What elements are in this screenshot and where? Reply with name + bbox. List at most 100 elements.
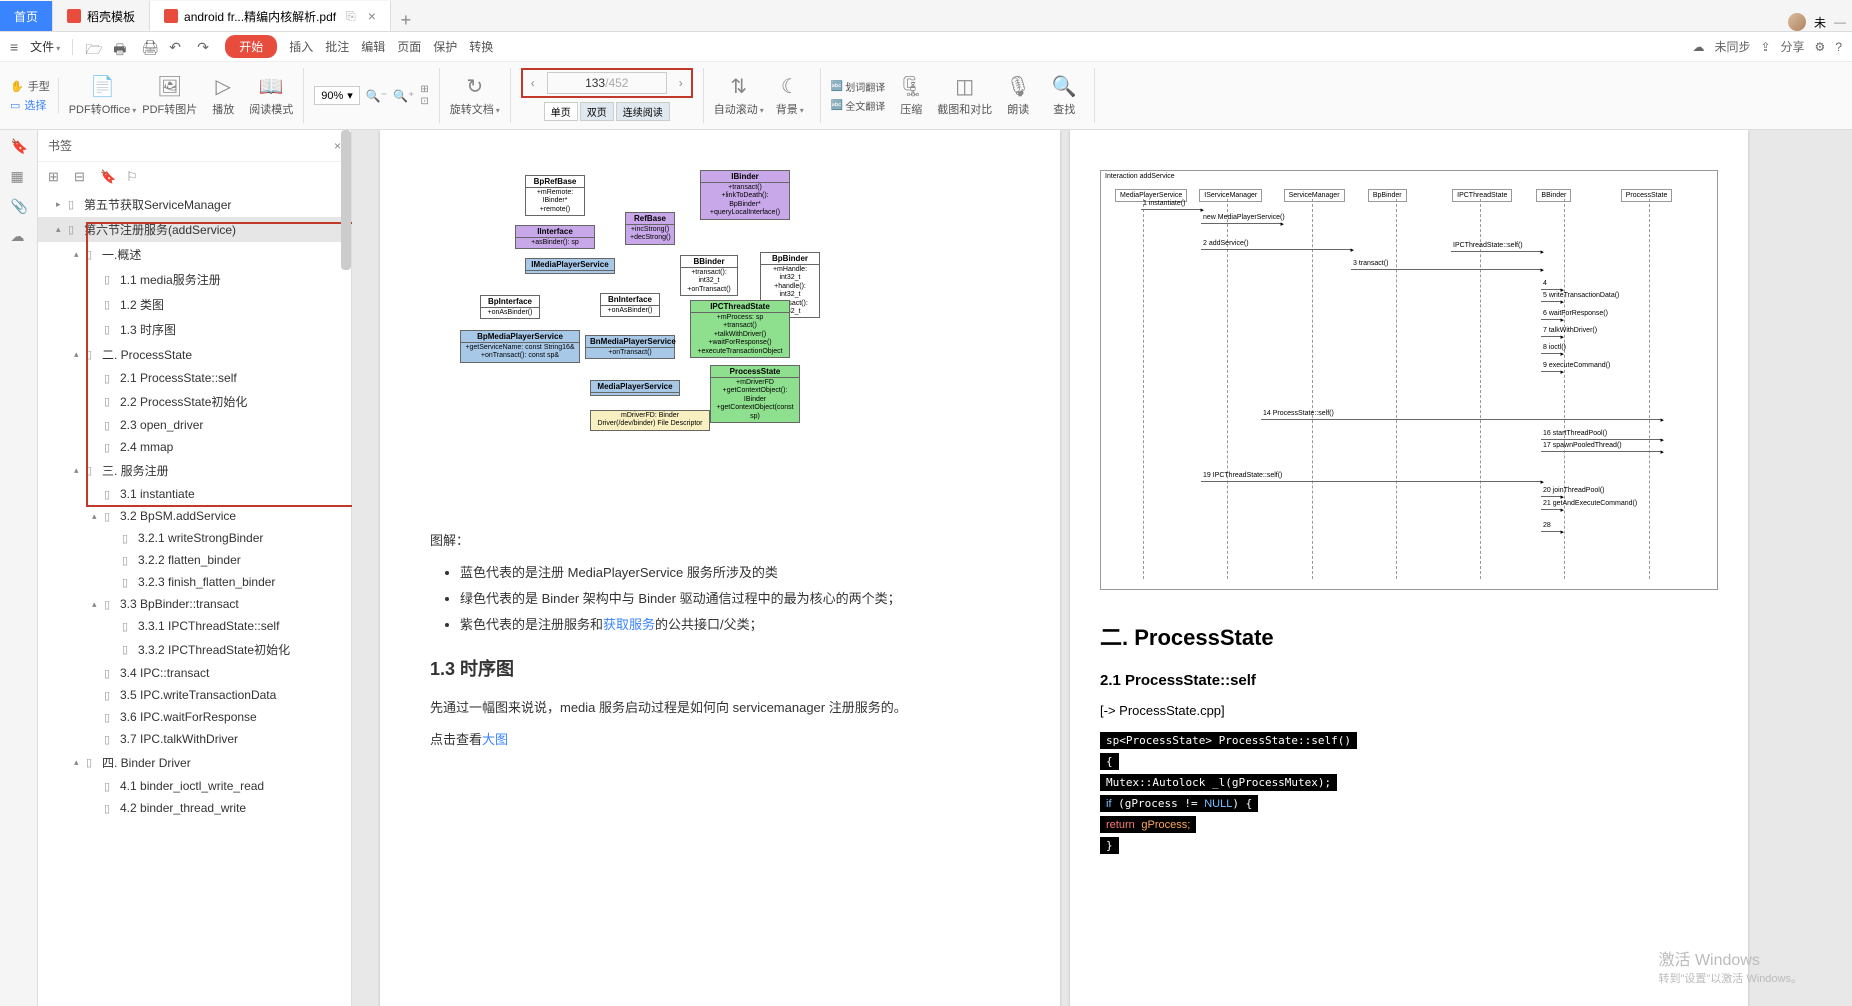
tree-item[interactable]: ▴▯3.3 BpBinder::transact <box>38 593 351 615</box>
cloud-icon[interactable]: ☁ <box>1692 40 1704 54</box>
tree-item[interactable]: ▯2.1 ProcessState::self <box>38 367 351 389</box>
add-bookmark-icon[interactable]: 🔖 <box>100 169 114 183</box>
view-continuous[interactable]: 连续阅读 <box>616 102 670 121</box>
tree-item[interactable]: ▯1.3 时序图 <box>38 317 351 342</box>
sidebar-close-button[interactable]: × <box>334 139 341 153</box>
tree-item[interactable]: ▯3.2.3 finish_flatten_binder <box>38 571 351 593</box>
tool-read[interactable]: 🎙朗读 <box>998 75 1038 117</box>
menu-file[interactable]: 文件 <box>30 38 60 55</box>
menu-protect[interactable]: 保护 <box>433 38 457 55</box>
tree-item[interactable]: ▯3.1 instantiate <box>38 483 351 505</box>
tree-item[interactable]: ▯1.1 media服务注册 <box>38 267 351 292</box>
tool-wordtrans[interactable]: 🔤 划词翻译 <box>831 79 885 94</box>
gear-icon[interactable]: ⚙ <box>1815 40 1826 54</box>
tree-item[interactable]: ▯4.2 binder_thread_write <box>38 797 351 819</box>
hamburger-icon[interactable]: ≡ <box>10 39 18 55</box>
cloud-rail-icon[interactable]: ☁ <box>11 228 27 244</box>
thumbnail-icon[interactable]: ▦ <box>11 168 27 184</box>
save-icon[interactable]: 🖶 <box>113 39 129 55</box>
fit-page-icon[interactable]: ⊡ <box>420 96 428 107</box>
pdf-page-right: Interaction addService MediaPlayerServic… <box>1070 130 1748 1006</box>
tool-pdf2office[interactable]: 📄PDF转Office <box>69 75 137 117</box>
tree-item[interactable]: ▴▯3.2 BpSM.addService <box>38 505 351 527</box>
unsync-label[interactable]: 未同步 <box>1714 38 1750 55</box>
tree-item[interactable]: ▯3.3.1 IPCThreadState::self <box>38 615 351 637</box>
tree-item[interactable]: ▸▯第五节获取ServiceManager <box>38 192 351 217</box>
tab-document[interactable]: android fr...精编内核解析.pdf ⎘ × <box>150 1 391 31</box>
tree-item[interactable]: ▯2.2 ProcessState初始化 <box>38 389 351 414</box>
avatar[interactable] <box>1788 13 1806 31</box>
tool-bg[interactable]: ☾背景 <box>770 75 810 117</box>
tree-item[interactable]: ▴▯四. Binder Driver <box>38 750 351 775</box>
tool-rotate[interactable]: ↻旋转文档 <box>450 75 500 117</box>
tree-item[interactable]: ▯4.1 binder_ioctl_write_read <box>38 775 351 797</box>
print-icon[interactable]: 🖨 <box>141 39 157 55</box>
menu-edit[interactable]: 编辑 <box>361 38 385 55</box>
expand-all-icon[interactable]: ⊞ <box>48 169 62 183</box>
share-icon[interactable]: ⇪ <box>1760 40 1770 54</box>
tool-readmode[interactable]: 📖阅读模式 <box>249 75 293 117</box>
share-label[interactable]: 分享 <box>1781 38 1805 55</box>
menu-page[interactable]: 页面 <box>397 38 421 55</box>
redo-icon[interactable]: ↷ <box>197 39 213 55</box>
zoom-out-icon[interactable]: 🔍⁻ <box>366 89 387 103</box>
zoom-select[interactable]: 90% ▾ <box>314 86 360 105</box>
bookmark-icon[interactable]: 🔖 <box>11 138 27 154</box>
view-double[interactable]: 双页 <box>580 102 614 121</box>
tab-template[interactable]: 稻壳模板 <box>53 1 150 31</box>
tool-compare[interactable]: ◫截图和对比 <box>937 75 992 117</box>
close-icon[interactable]: × <box>368 8 376 24</box>
document-viewport[interactable]: BpRefBase+mRemote: IBinder*+remote()IBin… <box>352 130 1852 1006</box>
tab-pin-icon[interactable]: ⎘ <box>346 9 356 24</box>
open-icon[interactable]: 🗁 <box>85 39 101 55</box>
tree-item[interactable]: ▯3.5 IPC.writeTransactionData <box>38 684 351 706</box>
tree-item[interactable]: ▴▯第六节注册服务(addService) <box>38 217 351 242</box>
tool-autoscroll[interactable]: ⇅自动滚动 <box>714 75 764 117</box>
prev-page-button[interactable]: ‹ <box>523 76 543 90</box>
title-bar: 首页 稻壳模板 android fr...精编内核解析.pdf ⎘ × + 未 … <box>0 0 1852 32</box>
attachment-icon[interactable]: 📎 <box>11 198 27 214</box>
tree-item[interactable]: ▯3.4 IPC::transact <box>38 662 351 684</box>
tool-select[interactable]: ▭ 选择 <box>10 97 50 113</box>
tree-item[interactable]: ▯3.7 IPC.talkWithDriver <box>38 728 351 750</box>
tool-compress[interactable]: 🗜压缩 <box>891 75 931 117</box>
tree-item[interactable]: ▴▯三. 服务注册 <box>38 458 351 483</box>
zoom-in-icon[interactable]: 🔍⁺ <box>393 89 414 103</box>
collapse-all-icon[interactable]: ⊟ <box>74 169 88 183</box>
link-fullsize[interactable]: 大图 <box>482 732 508 747</box>
tree-item[interactable]: ▯1.2 类图 <box>38 292 351 317</box>
left-rail: 🔖 ▦ 📎 ☁ <box>0 130 38 1006</box>
tree-item[interactable]: ▯3.2.1 writeStrongBinder <box>38 527 351 549</box>
next-page-button[interactable]: › <box>671 76 691 90</box>
tool-pdf2pic[interactable]: 🖼PDF转图片 <box>142 75 197 117</box>
tree-item[interactable]: ▯3.3.2 IPCThreadState初始化 <box>38 637 351 662</box>
menu-start[interactable]: 开始 <box>225 35 277 58</box>
menu-convert[interactable]: 转换 <box>469 38 493 55</box>
help-icon[interactable]: ? <box>1835 40 1842 54</box>
view-single[interactable]: 单页 <box>544 102 578 121</box>
tree-item[interactable]: ▯3.6 IPC.waitForResponse <box>38 706 351 728</box>
tree-item[interactable]: ▴▯二. ProcessState <box>38 342 351 367</box>
heading-2-1: 2.1 ProcessState::self <box>1100 672 1718 689</box>
tab-home[interactable]: 首页 <box>0 1 53 31</box>
tree-item[interactable]: ▴▯一.概述 <box>38 242 351 267</box>
link-get-service[interactable]: 获取服务 <box>603 617 655 632</box>
new-tab-button[interactable]: + <box>391 10 421 31</box>
scrollbar-thumb[interactable] <box>341 130 351 270</box>
tree-item[interactable]: ▯3.2.2 flatten_binder <box>38 549 351 571</box>
bookmark-flag-icon[interactable]: ⚐ <box>126 169 140 183</box>
page-input[interactable]: 133/452 <box>547 72 667 94</box>
bookmark-tree[interactable]: ▸▯第五节获取ServiceManager▴▯第六节注册服务(addServic… <box>38 190 351 1006</box>
fit-width-icon[interactable]: ⊞ <box>420 84 428 95</box>
tool-play[interactable]: ▷播放 <box>203 75 243 117</box>
undo-icon[interactable]: ↶ <box>169 39 185 55</box>
tree-item[interactable]: ▯2.3 open_driver <box>38 414 351 436</box>
tree-item[interactable]: ▯2.4 mmap <box>38 436 351 458</box>
tool-hand[interactable]: ✋ 手型 <box>10 78 50 94</box>
main-area: 🔖 ▦ 📎 ☁ 书签 × ⊞ ⊟ 🔖 ⚐ ▸▯第五节获取ServiceManag… <box>0 130 1852 1006</box>
menu-insert[interactable]: 插入 <box>289 38 313 55</box>
tool-fulltrans[interactable]: 🔤 全文翻译 <box>831 98 885 113</box>
tool-find[interactable]: 🔍查找 <box>1044 75 1084 117</box>
menu-annotate[interactable]: 批注 <box>325 38 349 55</box>
minimize-icon[interactable]: — <box>1834 15 1846 29</box>
